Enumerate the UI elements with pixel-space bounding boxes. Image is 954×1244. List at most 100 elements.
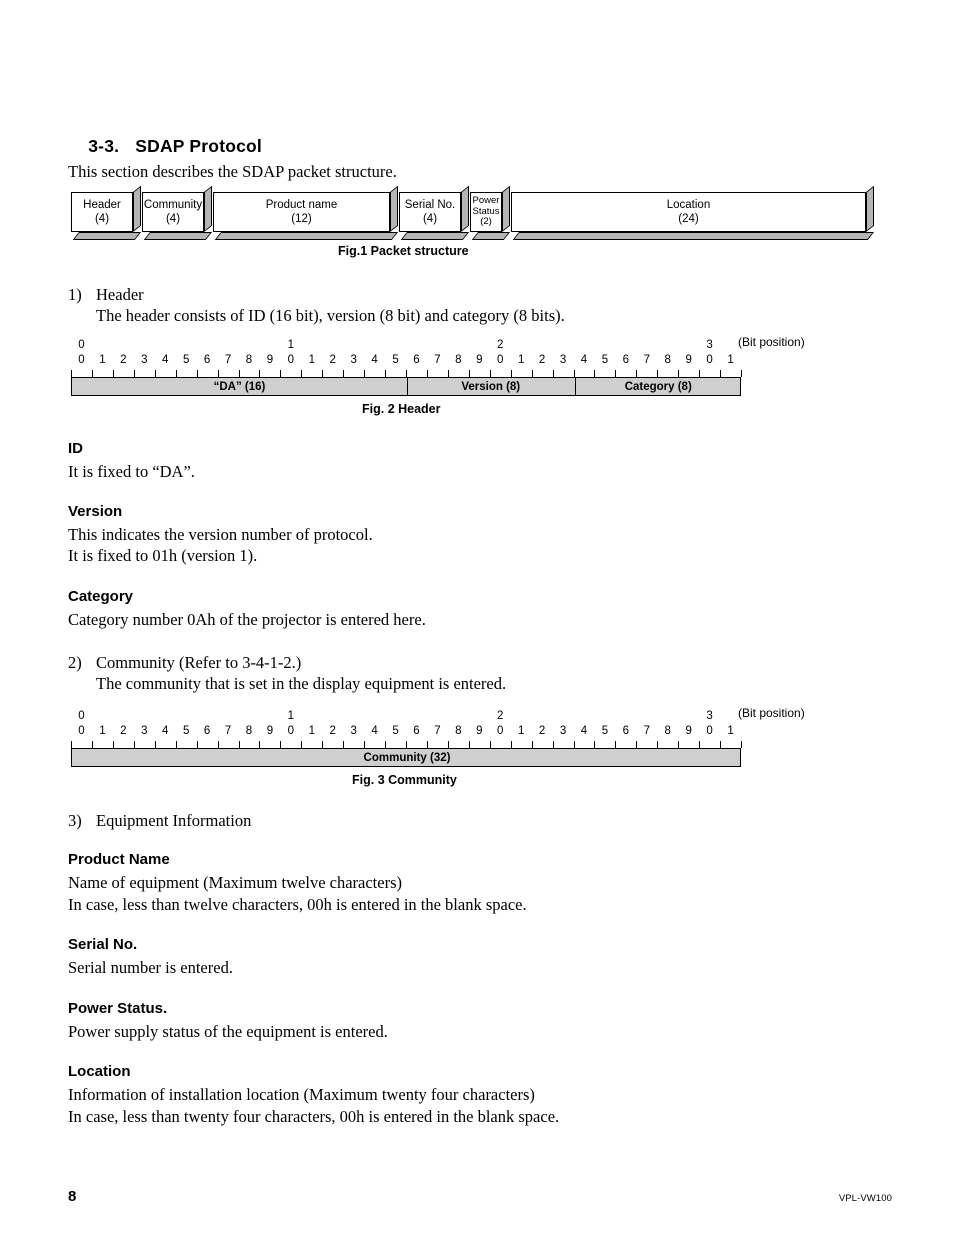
fig3-bit-position-label: (Bit position) xyxy=(738,706,805,720)
packet-field-power-status: Power Status (2) xyxy=(470,192,502,232)
bit-unit-label: 0 xyxy=(78,725,85,737)
bit-tick xyxy=(447,370,449,377)
packet-field-name: Serial No. xyxy=(404,199,456,211)
bit-tick xyxy=(699,741,701,748)
bit-unit-labels: 0 1 2 3 4 5 6 7 8 9 0 1 2 3 4 5 6 7 8 9 0 1 2 3 4 5 6 7 8 9 0 1 xyxy=(71,725,741,741)
bit-tick xyxy=(699,370,701,377)
bit-unit-label: 1 xyxy=(99,725,106,737)
text-id: It is fixed to “DA”. xyxy=(68,462,195,481)
list-item-title: Header xyxy=(96,285,144,304)
heading-id: ID xyxy=(68,440,83,457)
bit-tick xyxy=(322,741,324,748)
bit-field-segment: Category (8) xyxy=(624,380,692,393)
packet-field-name: Power xyxy=(472,195,500,206)
bit-unit-label: 7 xyxy=(434,725,441,737)
packet-field-header: Header (4) xyxy=(71,192,133,232)
bit-tick xyxy=(552,370,554,377)
packet-field-serial-no-: Serial No. (4) xyxy=(399,192,461,232)
bit-tick xyxy=(552,741,554,748)
model-name: VPL-VW100 xyxy=(838,1193,892,1204)
bit-tick xyxy=(259,370,261,377)
bit-unit-label: 3 xyxy=(141,725,148,737)
bit-tick xyxy=(154,741,156,748)
bit-tick xyxy=(91,370,93,377)
bit-unit-label: 6 xyxy=(413,725,420,737)
bit-decade-label: 1 xyxy=(287,710,295,722)
bit-unit-label: 2 xyxy=(120,725,127,737)
bit-tick xyxy=(678,741,680,748)
packet-box-shadow xyxy=(204,185,212,232)
bit-tick xyxy=(489,741,491,748)
bit-tick xyxy=(175,741,177,748)
bit-decade-label: 0 xyxy=(78,710,85,722)
bit-unit-label: 5 xyxy=(392,354,399,366)
bit-tick xyxy=(238,741,240,748)
packet-box-shadow xyxy=(461,185,469,232)
bit-unit-label: 1 xyxy=(308,354,315,366)
document-page: 3-3. SDAP Protocol This section describes… xyxy=(0,0,954,1244)
bit-unit-label: 7 xyxy=(643,725,650,737)
packet-field-location: Location (24) xyxy=(511,192,866,232)
bit-unit-label: 2 xyxy=(538,725,546,737)
bit-tick xyxy=(615,741,617,748)
bit-unit-label: 9 xyxy=(685,354,692,366)
fig3-caption: Fig. 3 Community xyxy=(352,773,457,787)
bit-unit-label: 8 xyxy=(245,354,253,366)
packet-field-name: Community xyxy=(143,199,203,211)
bit-tick xyxy=(426,370,428,377)
heading-power-status: Power Status. xyxy=(68,1000,168,1017)
bit-tick xyxy=(510,370,512,377)
bit-tick xyxy=(657,370,659,377)
bit-tick xyxy=(636,741,638,748)
bit-field-segment: “DA” (16) xyxy=(213,380,266,393)
bit-unit-label: 1 xyxy=(727,725,734,737)
bit-decade-labels: 0 1 2 3 xyxy=(71,339,741,354)
bit-tick xyxy=(301,370,303,377)
bit-tick xyxy=(510,741,512,748)
text-serial-no: Serial number is entered. xyxy=(68,958,233,977)
bit-unit-label: 5 xyxy=(182,354,190,366)
bit-unit-label: 9 xyxy=(266,354,274,366)
bit-tick xyxy=(343,370,345,377)
header-bit-ruler: 0 1 2 3 0 1 2 3 4 5 6 7 8 9 0 1 2 3 4 5 6 7 8 9 0 1 2 3 4 5 6 7 8 9 0 1 “DA”… xyxy=(71,339,742,396)
page-number: 8 xyxy=(68,1188,77,1205)
bit-unit-label: 2 xyxy=(329,725,336,737)
bit-tick xyxy=(71,741,72,748)
packet-box-shadow xyxy=(502,185,510,232)
heading-category: Category xyxy=(68,588,134,605)
bit-tick xyxy=(217,741,219,748)
bit-unit-label: 3 xyxy=(559,725,567,737)
bit-field-bar: “DA” (16) Version (8) Category (8) xyxy=(71,377,741,396)
bit-decade-label: 1 xyxy=(287,339,295,351)
packet-field-size: (24) xyxy=(678,213,699,225)
bit-unit-label: 0 xyxy=(706,354,713,366)
bit-unit-label: 2 xyxy=(120,354,127,366)
bit-decade-label: 2 xyxy=(497,339,504,351)
packet-field-size: (2) xyxy=(480,216,492,227)
bit-unit-label: 9 xyxy=(476,725,483,737)
bit-unit-label: 8 xyxy=(664,354,671,366)
bit-unit-labels: 0 1 2 3 4 5 6 7 8 9 0 1 2 3 4 5 6 7 8 9 0 1 2 3 4 5 6 7 8 9 0 1 xyxy=(71,354,741,370)
text-product-name-line1: Name of equipment (Maximum twelve charac… xyxy=(68,873,402,892)
bit-tick xyxy=(426,741,428,748)
bit-unit-label: 7 xyxy=(224,725,232,737)
heading-location: Location xyxy=(68,1063,131,1080)
text-version-line2: It is fixed to 01h (version 1). xyxy=(68,546,258,565)
bit-unit-label: 0 xyxy=(287,725,295,737)
bit-tick xyxy=(741,741,742,748)
bit-unit-label: 4 xyxy=(371,354,378,366)
packet-field-name: Location xyxy=(666,199,711,211)
bit-tick xyxy=(406,370,407,377)
bit-unit-label: 6 xyxy=(203,354,211,366)
bit-field-divider xyxy=(407,378,408,395)
text-version-line1: This indicates the version number of pro… xyxy=(68,525,373,544)
bit-unit-label: 0 xyxy=(706,725,713,737)
text-power-status: Power supply status of the equipment is … xyxy=(68,1022,388,1041)
list-item-text: The community that is set in the display… xyxy=(96,674,507,693)
bit-field-bar: Community (32) xyxy=(71,748,741,767)
intro-paragraph: This section describes the SDAP packet s… xyxy=(68,162,397,181)
bit-unit-label: 1 xyxy=(517,354,525,366)
list-item-3: 3) Equipment Information xyxy=(68,810,251,831)
list-marker: 3) xyxy=(68,811,82,830)
bit-field-segment: Version (8) xyxy=(461,380,521,393)
